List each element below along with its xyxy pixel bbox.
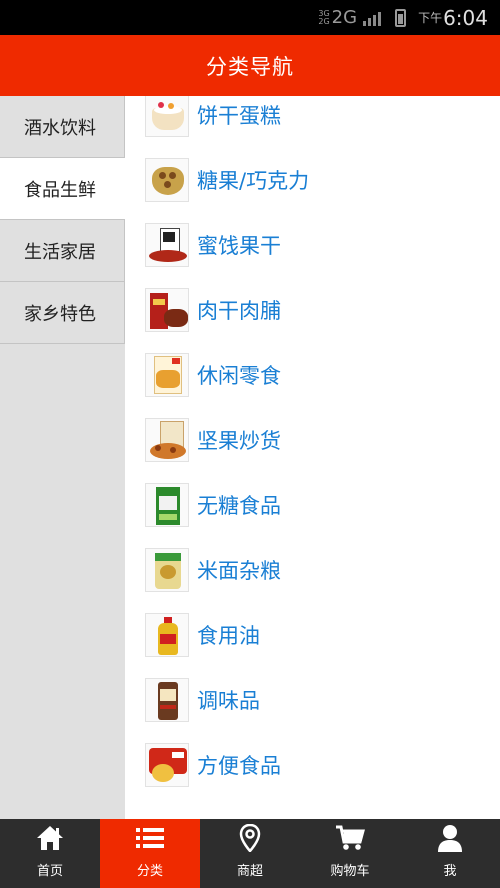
status-bar: 3G 2G 2G 下午 6:04 <box>0 0 500 35</box>
list-item[interactable]: 调味品 <box>145 675 260 725</box>
location-pin-icon <box>235 823 265 853</box>
sidebar-item-label: 酒水饮料 <box>24 117 96 139</box>
list-icon <box>135 823 165 853</box>
sidebar-item-fresh-food[interactable]: 食品生鲜 <box>0 158 125 220</box>
nav-home[interactable]: 首页 <box>0 819 100 888</box>
nav-label: 商超 <box>236 864 263 879</box>
nav-label: 分类 <box>136 864 163 879</box>
category-label: 调味品 <box>197 689 260 713</box>
category-label: 食用油 <box>197 624 260 648</box>
nav-me[interactable]: 我 <box>400 819 500 888</box>
list-item[interactable]: 肉干肉脯 <box>145 285 281 335</box>
list-item[interactable]: 食用油 <box>145 610 260 660</box>
category-label: 坚果炒货 <box>197 429 281 453</box>
list-item[interactable]: 饼干蛋糕 <box>145 96 281 140</box>
nav-label: 我 <box>443 864 457 879</box>
category-label: 方便食品 <box>197 754 281 778</box>
dried-fruit-icon <box>145 223 189 267</box>
cake-icon <box>145 96 189 137</box>
network-type: 2G <box>331 7 358 28</box>
nav-cart[interactable]: 购物车 <box>300 819 400 888</box>
user-icon <box>435 823 465 853</box>
list-item[interactable]: 方便食品 <box>145 740 281 790</box>
snack-icon <box>145 353 189 397</box>
rice-bag-icon <box>145 548 189 592</box>
list-item[interactable]: 蜜饯果干 <box>145 220 281 270</box>
seasoning-icon <box>145 678 189 722</box>
instant-noodle-icon <box>145 743 189 787</box>
category-label: 米面杂粮 <box>197 559 281 583</box>
nav-label: 首页 <box>36 864 63 879</box>
time-period: 下午 <box>418 11 443 25</box>
bottom-navigation: 首页 分类 商超 购物车 我 <box>0 819 500 888</box>
category-label: 肉干肉脯 <box>197 299 281 323</box>
list-item[interactable]: 无糖食品 <box>145 480 281 530</box>
sidebar-item-local-specialty[interactable]: 家乡特色 <box>0 282 125 344</box>
sidebar-item-home-living[interactable]: 生活家居 <box>0 220 125 282</box>
clock: 6:04 <box>443 5 488 30</box>
category-label: 糖果/巧克力 <box>197 169 310 193</box>
chocolate-icon <box>145 158 189 202</box>
list-item[interactable]: 糖果/巧克力 <box>145 155 309 205</box>
nav-category[interactable]: 分类 <box>100 819 200 888</box>
sugar-free-icon <box>145 483 189 527</box>
list-item[interactable]: 休闲零食 <box>145 350 281 400</box>
app-header: 分类导航 <box>0 35 500 96</box>
sidebar-item-label: 食品生鲜 <box>24 179 96 201</box>
sidebar-item-label: 生活家居 <box>24 241 96 263</box>
nav-label: 购物车 <box>330 864 370 879</box>
subcategory-list: 饼干蛋糕 糖果/巧克力 蜜饯果干 肉干肉脯 休闲零食 坚果炒货 无糖食品 米面杂… <box>125 96 500 819</box>
category-label: 休闲零食 <box>197 364 281 388</box>
category-sidebar: 酒水饮料 食品生鲜 生活家居 家乡特色 <box>0 96 125 819</box>
oil-bottle-icon <box>145 613 189 657</box>
nuts-icon <box>145 418 189 462</box>
battery-icon <box>395 8 407 27</box>
sidebar-item-drinks[interactable]: 酒水饮料 <box>0 96 125 158</box>
category-label: 饼干蛋糕 <box>197 104 281 128</box>
home-icon <box>35 823 65 853</box>
sidebar-item-label: 家乡特色 <box>24 303 96 325</box>
list-item[interactable]: 坚果炒货 <box>145 415 281 465</box>
list-item[interactable]: 米面杂粮 <box>145 545 281 595</box>
signal-icon <box>363 10 382 26</box>
jerky-icon <box>145 288 189 332</box>
cart-icon <box>335 823 365 853</box>
page-title: 分类导航 <box>206 54 294 79</box>
nav-supermarket[interactable]: 商超 <box>200 819 300 888</box>
category-label: 无糖食品 <box>197 494 281 518</box>
category-label: 蜜饯果干 <box>197 234 281 258</box>
network-type-small: 3G 2G <box>318 8 330 26</box>
